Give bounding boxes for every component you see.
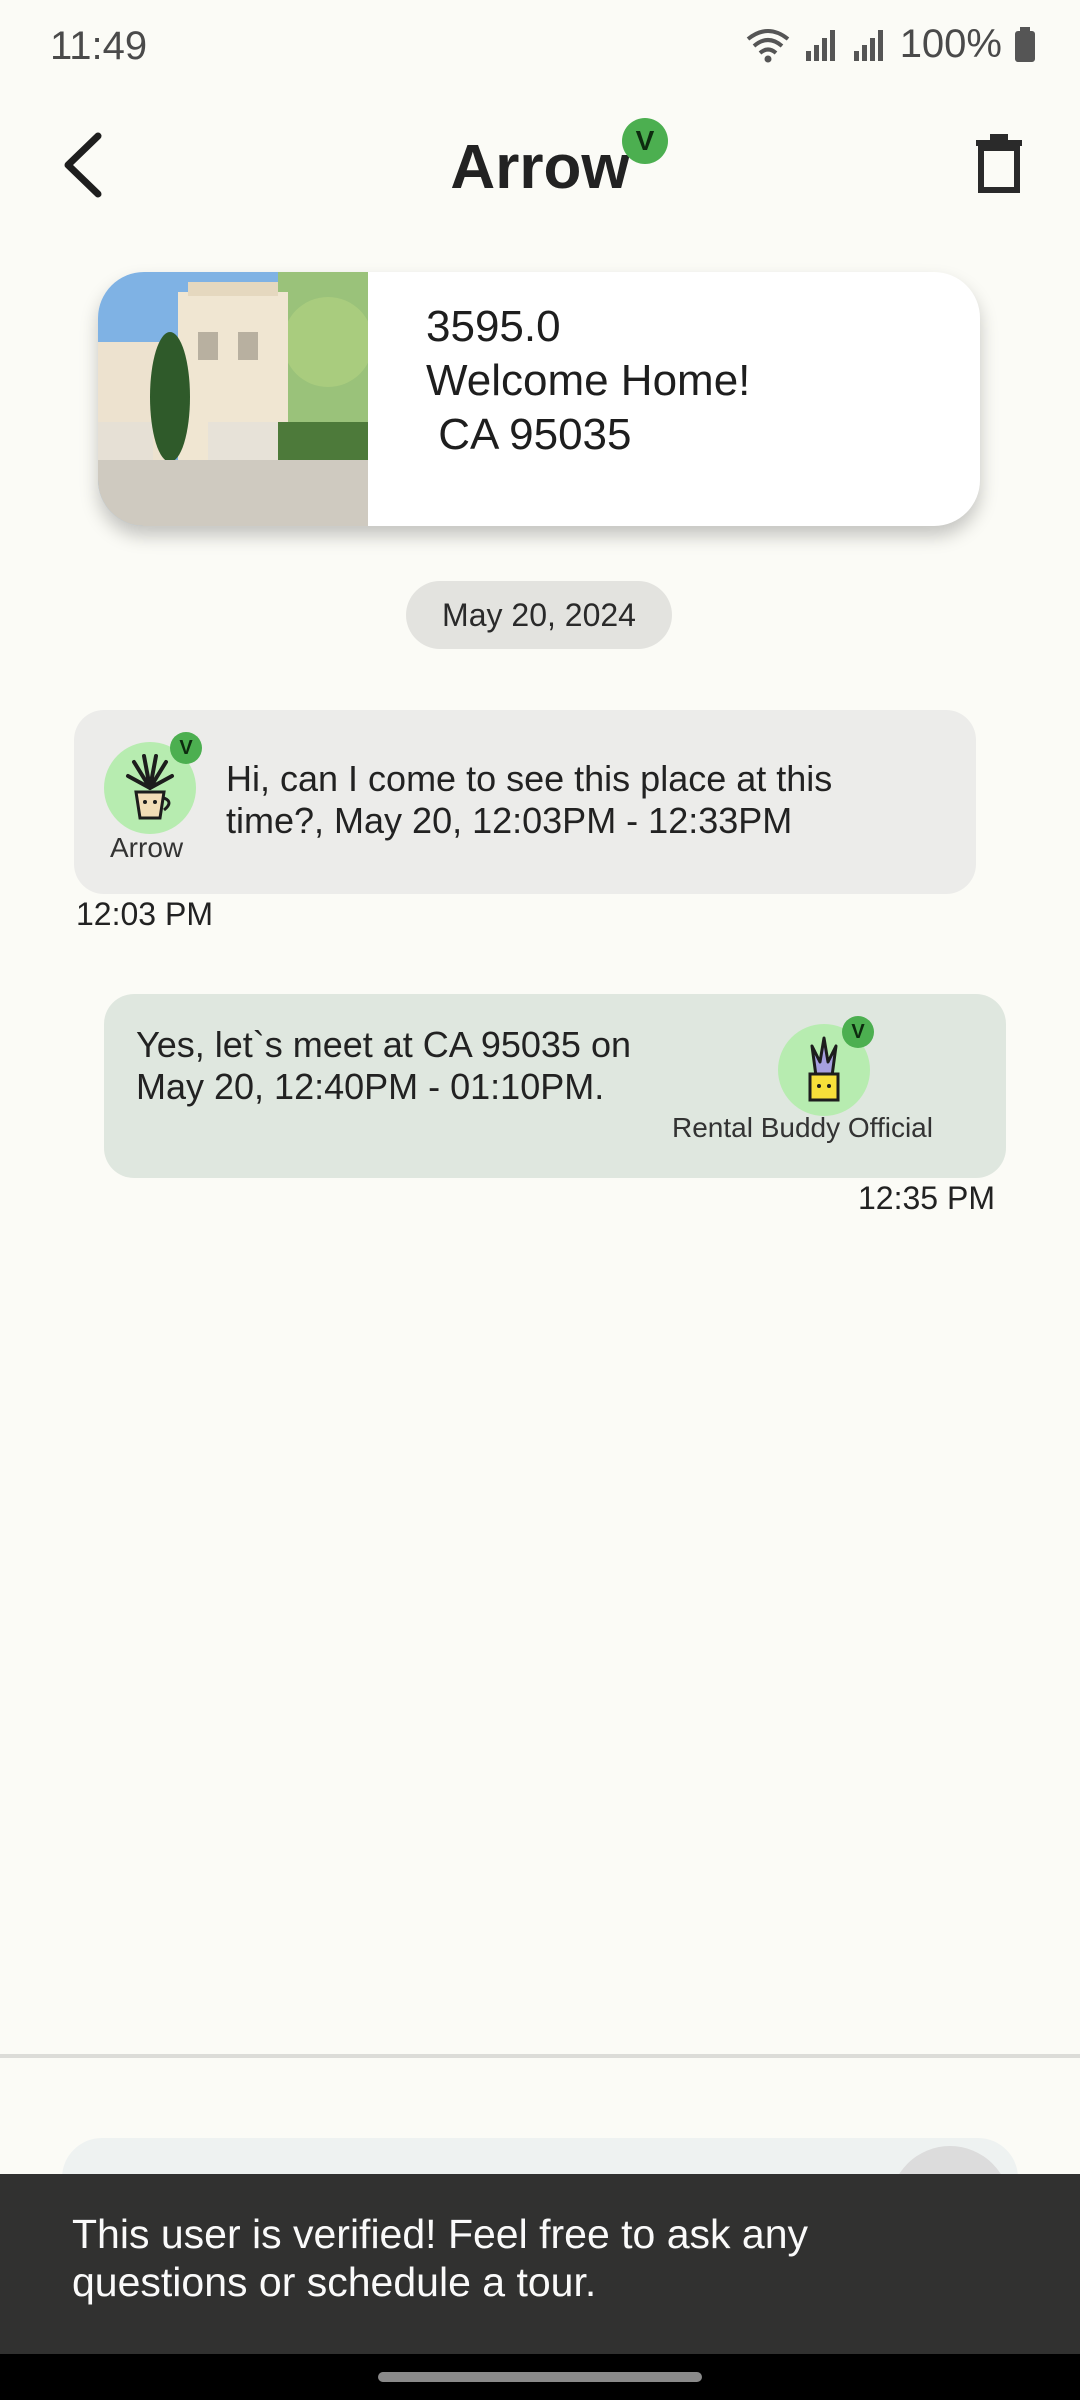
message-text: Hi, can I come to see this place at this…: [226, 758, 833, 841]
verified-badge-text: V: [179, 736, 193, 759]
listing-details: 3595.0 Welcome Home! CA 95035: [368, 272, 750, 526]
wifi-icon: [746, 28, 789, 62]
listing-price: 3595.0: [426, 302, 561, 351]
house-image: [98, 272, 373, 526]
chat-header: Arrow V: [0, 110, 1080, 220]
snackbar: This user is verified! Feel free to ask …: [0, 2174, 1080, 2354]
system-nav-bar: [0, 2354, 1080, 2400]
divider: [0, 2054, 1080, 2058]
listing-photo: [98, 272, 373, 526]
header-title-text: Arrow: [450, 133, 630, 202]
date-divider: May 20, 2024: [406, 581, 672, 649]
message-time: 12:03 PM: [76, 896, 213, 932]
page-title: Arrow: [0, 132, 1080, 203]
verified-badge: V: [622, 118, 668, 164]
delete-chat-button[interactable]: [974, 134, 1024, 194]
listing-headline: Welcome Home!: [426, 356, 751, 405]
home-handle[interactable]: [378, 2372, 702, 2382]
status-icons: 100%: [744, 22, 1036, 67]
verified-badge: V: [842, 1016, 874, 1048]
date-chip-text: May 20, 2024: [442, 596, 636, 633]
sender-name: Rental Buddy Official: [672, 1112, 933, 1143]
battery-percent: 100%: [899, 22, 1002, 66]
verified-badge: V: [170, 732, 202, 764]
message-time: 12:35 PM: [858, 1180, 995, 1216]
signal-icon: [805, 29, 835, 61]
verified-badge-text: V: [851, 1020, 865, 1043]
battery-icon: [1015, 26, 1035, 62]
message-text: Yes, let`s meet at CA 95035 on May 20, 1…: [136, 1024, 631, 1107]
listing-location: CA 95035: [426, 410, 632, 459]
listing-card[interactable]: 3595.0 Welcome Home! CA 95035: [98, 272, 980, 526]
status-time: 11:49: [50, 24, 148, 68]
sender-name: Arrow: [110, 832, 184, 863]
message-bubble-outgoing: Yes, let`s meet at CA 95035 on May 20, 1…: [104, 994, 1006, 1178]
trash-icon: [976, 134, 1022, 193]
snackbar-message: This user is verified! Feel free to ask …: [72, 2211, 809, 2305]
status-bar: 11:49 100%: [0, 0, 1080, 100]
signal-r-icon: [853, 29, 883, 61]
message-bubble-incoming: V Arrow Hi, can I come to see this place…: [74, 710, 976, 894]
verified-badge-text: V: [635, 125, 655, 156]
